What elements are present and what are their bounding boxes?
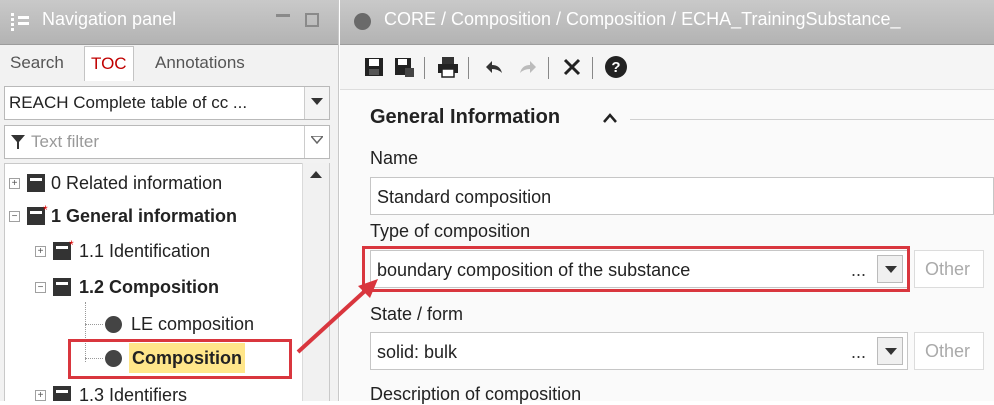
annotation-arrow [296,279,378,354]
